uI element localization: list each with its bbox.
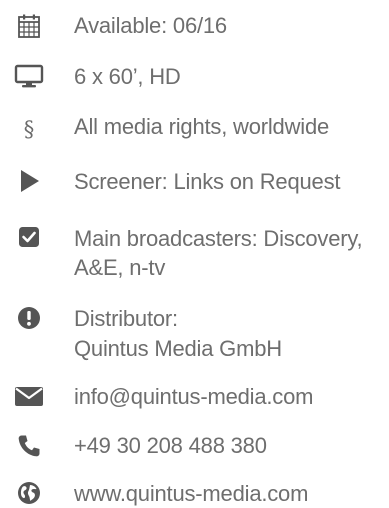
broadcasters-text-line2: A&E, n-tv	[74, 255, 166, 280]
monitor-icon	[12, 61, 46, 91]
distributor-label: Distributor:	[74, 306, 178, 331]
calendar-icon	[12, 11, 46, 41]
screener-text: Screener: Links on Request	[74, 169, 341, 194]
section-sign-icon: §	[23, 117, 35, 141]
phone-icon	[12, 431, 46, 461]
website-link[interactable]: www.quintus-media.com	[74, 479, 383, 508]
distributor-name: Quintus Media GmbH	[74, 336, 282, 361]
info-list: Available: 06/16 6 x 60’, HD § All media…	[0, 0, 389, 508]
exclamation-circle-icon	[12, 303, 46, 333]
broadcasters-text-line1: Main broadcasters: Discovery,	[74, 226, 363, 251]
play-icon	[12, 166, 46, 196]
envelope-icon	[12, 381, 46, 411]
availability-text: Available: 06/16	[74, 13, 227, 38]
globe-icon	[12, 478, 46, 508]
rights-text: All media rights, worldwide	[74, 114, 330, 139]
format-text: 6 x 60’, HD	[74, 64, 181, 89]
phone-number[interactable]: +49 30 208 488 380	[74, 431, 383, 460]
email-link[interactable]: info@quintus-media.com	[74, 382, 383, 411]
checkbox-icon	[12, 222, 46, 252]
